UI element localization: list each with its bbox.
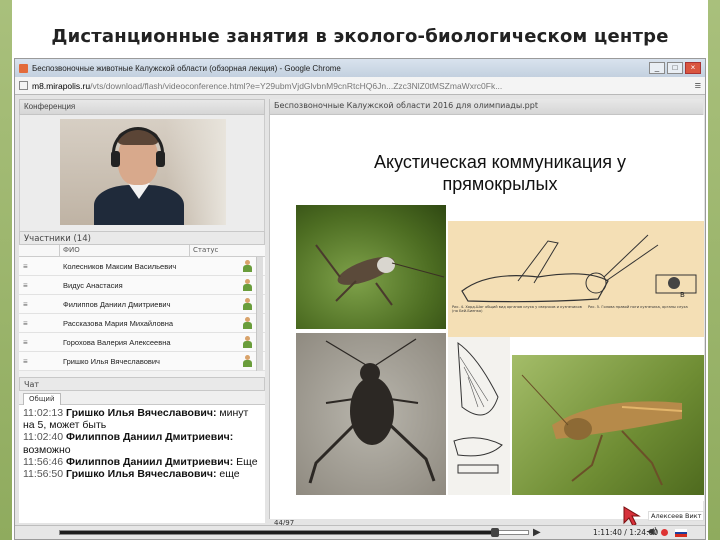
menu-icon[interactable]: ≡ <box>695 80 701 92</box>
chat-message: 11:56:50 Гришко Илья Вячеславович: еще <box>23 468 240 481</box>
participants-header: Участники (14) <box>19 231 265 245</box>
participant-name: Горохова Валерия Алексеевна <box>63 337 171 347</box>
cursor-arrow-icon <box>623 506 641 527</box>
video-area <box>19 115 265 231</box>
slide-edge-right <box>708 0 720 540</box>
conference-header: Конференция <box>19 99 265 115</box>
chat-log[interactable]: 11:02:13 Гришко Илья Вячеславович: минут… <box>19 405 265 523</box>
presentation-header: Беспозвоночные Калужской области 2016 дл… <box>270 99 703 115</box>
presenter-label: Алексеев Викт <box>648 511 704 521</box>
webcam-video[interactable] <box>60 119 226 225</box>
chat-message: 11:02:40 Филиппов Даниил Дмитриевич: воз… <box>23 431 234 456</box>
volume-icon[interactable]: ◀) <box>647 527 657 537</box>
user-icon <box>243 336 252 348</box>
browser-titlebar: Беспозвоночные животные Калужской област… <box>15 59 705 77</box>
favicon-icon <box>19 63 28 73</box>
photo-katydid <box>296 205 446 329</box>
list-icon: ≡ <box>23 337 28 347</box>
chat-tabbar: Общий <box>19 391 265 405</box>
record-icon <box>661 529 668 536</box>
presentation-slide: Акустическая коммуникация у прямокрылых <box>270 115 704 527</box>
photo-cricket <box>296 333 446 495</box>
presentation-panel: Беспозвоночные Калужской области 2016 дл… <box>269 99 704 527</box>
participant-row[interactable]: ≡ Гришко Илья Вячеславович <box>19 352 265 371</box>
slide-heading: Акустическая коммуникация у прямокрылых <box>373 152 627 194</box>
column-status[interactable]: Статус <box>189 245 229 256</box>
playback-thumb[interactable] <box>491 528 500 537</box>
tab-general[interactable]: Общий <box>23 393 61 405</box>
chat-header: Чат <box>19 377 265 391</box>
list-icon: ≡ <box>23 356 28 366</box>
column-fio[interactable]: ФИО <box>59 245 189 256</box>
participant-name: Колесников Максим Васильевич <box>63 261 177 271</box>
user-icon <box>243 260 252 272</box>
list-icon: ≡ <box>23 261 28 271</box>
list-icon: ≡ <box>23 299 28 309</box>
browser-window: Беспозвоночные животные Калужской област… <box>14 58 706 540</box>
user-icon <box>243 298 252 310</box>
chat-message: 11:02:13 Гришко Илья Вячеславович: минут… <box>23 407 249 432</box>
page-title: Дистанционные занятия в эколого-биологич… <box>51 26 669 47</box>
participant-row[interactable]: ≡ Филиппов Даниил Дмитриевич <box>19 295 265 314</box>
url-field[interactable]: m8.mirapolis.ru/vts/download/flash/video… <box>32 81 691 91</box>
figure-label: B <box>680 291 685 299</box>
minimize-icon[interactable]: _ <box>649 62 665 74</box>
participants-list: ≡ Колесников Максим Васильевич ≡ Видус Ана… <box>19 257 265 371</box>
play-icon[interactable]: ▶ <box>533 527 541 538</box>
user-icon <box>243 279 252 291</box>
participant-row[interactable]: ≡ Горохова Валерия Алексеевна <box>19 333 265 352</box>
participant-row[interactable]: ≡ Видус Анастасия <box>19 276 265 295</box>
participant-row[interactable]: ≡ Рассказова Мария Михайловна <box>19 314 265 333</box>
photo-grasshopper <box>512 355 704 495</box>
user-icon <box>243 317 252 329</box>
playback-progress[interactable] <box>59 528 529 537</box>
chat-message: 11:56:46 Филиппов Даниил Дмитриевич: Еще <box>23 455 258 468</box>
playback-progress-fill <box>60 531 496 534</box>
participant-name: Рассказова Мария Михайловна <box>63 318 174 328</box>
wing-drawing <box>448 337 510 495</box>
participants-columns: ФИО Статус <box>19 245 265 257</box>
participants-scrollbar[interactable] <box>256 257 263 371</box>
conference-panel: Конференция Участники (14) ФИО Статус ≡ К… <box>19 99 265 523</box>
slide-edge-left <box>0 0 12 540</box>
language-flag-icon[interactable] <box>675 529 687 537</box>
list-icon: ≡ <box>23 318 28 328</box>
participant-name: Филиппов Даниил Дмитриевич <box>63 299 171 309</box>
maximize-icon[interactable]: □ <box>667 62 683 74</box>
participant-row[interactable]: ≡ Колесников Максим Васильевич <box>19 257 265 276</box>
participant-name: Видус Анастасия <box>63 280 123 290</box>
page-icon <box>19 81 28 90</box>
url-host: m8.mirapolis.ru <box>32 80 91 91</box>
address-bar[interactable]: m8.mirapolis.ru/vts/download/flash/video… <box>15 77 705 95</box>
user-icon <box>243 355 252 367</box>
url-path: /vts/download/flash/videoconference.html… <box>90 80 503 91</box>
list-icon: ≡ <box>23 280 28 290</box>
player-bar: ▶ 1:11:40 / 1:24:00 ◀) <box>15 525 705 539</box>
close-icon[interactable]: × <box>685 62 701 74</box>
anatomy-drawing: Рис. 4. Хорд-Шаг общий вид органов слуха… <box>448 221 704 337</box>
participant-name: Гришко Илья Вячеславович <box>63 356 160 366</box>
window-title: Беспозвоночные животные Калужской област… <box>32 63 341 73</box>
